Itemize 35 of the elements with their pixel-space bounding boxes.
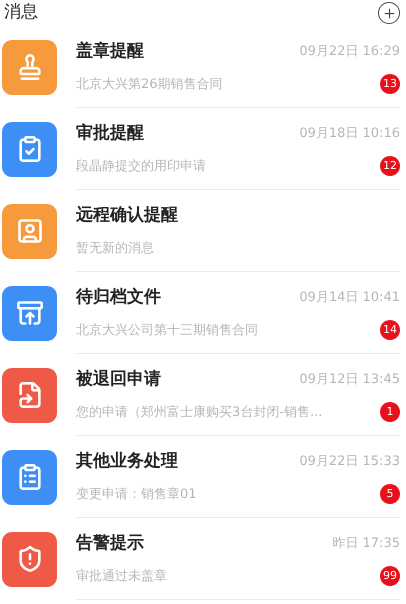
unread-count: 1 (380, 402, 400, 422)
message-item[interactable]: 远程确认提醒 暂无新的消息 (0, 190, 406, 272)
unread-count: 99 (380, 566, 400, 586)
message-title: 被退回申请 (76, 368, 161, 391)
message-time: 09月12日 13:45 (299, 370, 400, 389)
message-item[interactable]: 审批提醒 09月18日 10:16 段晶静提交的用印申请 12 (0, 108, 406, 190)
message-item[interactable]: 其他业务处理 09月22日 15:33 变更申请：销售章01 5 (0, 436, 406, 518)
message-preview: 变更申请：销售章01 (76, 486, 197, 504)
message-title: 远程确认提醒 (76, 204, 178, 227)
message-time: 09月18日 10:16 (299, 124, 400, 143)
message-title: 告警提示 (76, 532, 144, 555)
add-icon[interactable] (378, 2, 400, 24)
message-item[interactable]: 告警提示 昨日 17:35 审批通过未盖章 99 (0, 518, 406, 600)
message-item[interactable]: 待归档文件 09月14日 10:41 北京大兴公司第十三期销售合同 14 (0, 272, 406, 354)
unread-count: 5 (380, 484, 400, 504)
message-time: 09月22日 16:29 (299, 42, 400, 61)
message-preview: 北京大兴公司第十三期销售合同 (76, 322, 258, 340)
message-title: 审批提醒 (76, 122, 144, 145)
page-title: 消息 (4, 1, 38, 24)
message-item[interactable]: 被退回申请 09月12日 13:45 您的申请（郑州富士康购买3台封闭-销售... 1 (0, 354, 406, 436)
message-preview: 北京大兴第26期销售合同 (76, 76, 223, 94)
message-title: 待归档文件 (76, 286, 161, 309)
message-time: 09月22日 15:33 (299, 452, 400, 471)
unread-count: 12 (380, 156, 400, 176)
message-preview: 审批通过未盖章 (76, 568, 167, 586)
message-item[interactable]: 盖章提醒 09月22日 16:29 北京大兴第26期销售合同 13 (0, 26, 406, 108)
message-title: 盖章提醒 (76, 40, 144, 63)
message-title: 其他业务处理 (76, 450, 178, 473)
message-time: 昨日 17:35 (332, 534, 400, 553)
message-preview: 暂无新的消息 (76, 240, 154, 258)
message-preview: 段晶静提交的用印申请 (76, 158, 206, 176)
message-preview: 您的申请（郑州富士康购买3台封闭-销售... (76, 404, 322, 422)
unread-count: 14 (380, 320, 400, 340)
unread-count: 13 (380, 74, 400, 94)
message-time: 09月14日 10:41 (299, 288, 400, 307)
